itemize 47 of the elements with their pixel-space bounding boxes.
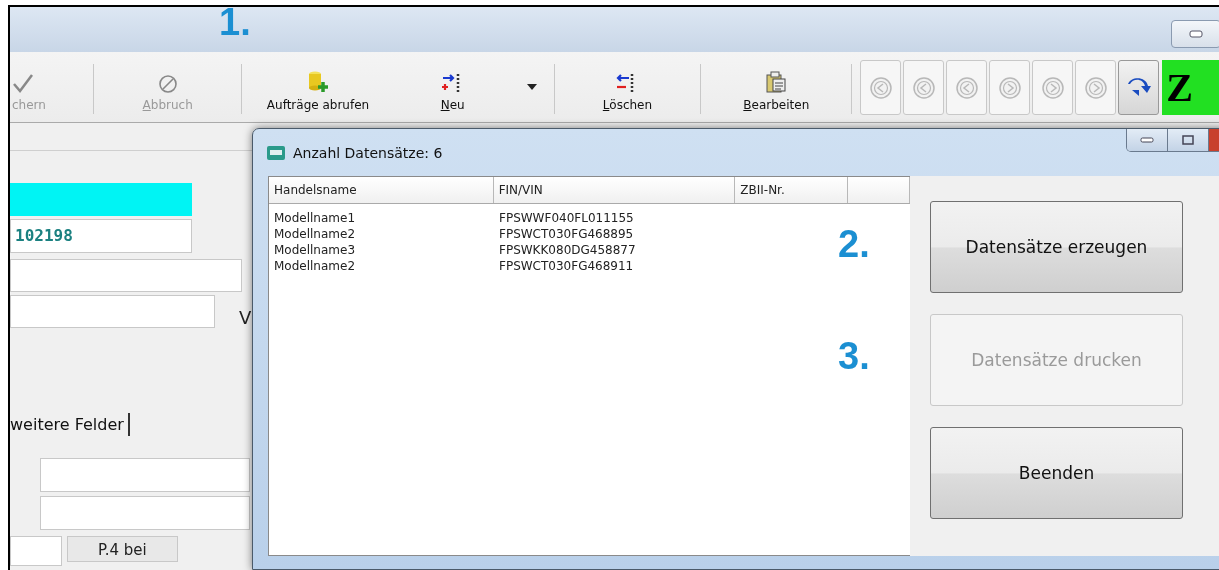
caret-icon <box>527 84 538 90</box>
input-field[interactable] <box>40 458 250 492</box>
table-cell-text: Modellname1 <box>273 210 357 226</box>
table-cell-text: FPSWKK080DG458877 <box>498 242 637 258</box>
input-field[interactable] <box>10 295 215 328</box>
column-header[interactable]: FIN/VIN <box>493 177 736 203</box>
refresh-icon <box>1126 77 1151 98</box>
input-field[interactable] <box>10 183 192 216</box>
toolbar-button[interactable]: Bearbeiten <box>701 52 852 122</box>
window-title: Anzahl Datensätze: 6 <box>293 144 443 161</box>
dialog-button[interactable]: Beenden <box>930 427 1183 519</box>
dialog-button[interactable]: Datensätze erzeugen <box>930 201 1183 293</box>
section-tab[interactable]: P.4 bei <box>67 536 178 562</box>
column-header[interactable]: ZBII-Nr. <box>735 177 849 203</box>
table-cell-text: Modellname3 <box>273 242 357 258</box>
status-indicator: Z <box>1162 60 1219 115</box>
step-number: 3. <box>838 335 870 377</box>
minimize-button[interactable] <box>1171 20 1219 48</box>
input-field[interactable] <box>40 496 250 530</box>
input-field[interactable] <box>10 536 62 566</box>
refresh-button[interactable] <box>1118 60 1160 115</box>
maximize-icon <box>1182 135 1194 145</box>
clipboard-edit-icon <box>764 70 789 94</box>
check-icon <box>12 72 34 94</box>
table-cell-text: FPSWWF040FL011155 <box>498 210 635 226</box>
toolbar-button[interactable]: Neu <box>393 52 512 122</box>
table-cell-text: Modellname2 <box>273 226 357 242</box>
database-add-icon <box>306 70 330 94</box>
minimize-icon <box>1140 137 1154 143</box>
minimize-button[interactable] <box>1127 129 1168 151</box>
column-header[interactable]: Handelsname <box>269 177 494 203</box>
table-cell-text: FPSWCT030FG468895 <box>498 226 635 242</box>
toolbar-button[interactable]: Aufträge abrufen <box>242 52 394 122</box>
toolbar-button[interactable]: Löschen <box>554 52 701 122</box>
table-cell-text: FPSWCT030FG468911 <box>498 258 635 274</box>
app-icon <box>267 145 285 160</box>
close-button[interactable] <box>1209 129 1219 151</box>
input-field[interactable]: 102198 <box>10 219 192 253</box>
table-cell-text: Modellname2 <box>273 258 357 274</box>
input-field[interactable] <box>10 259 242 292</box>
section-tab[interactable]: weitere Felder <box>10 413 130 436</box>
minimize-icon <box>1189 30 1203 38</box>
step-number: 1. <box>219 1 251 43</box>
step-number: 2. <box>838 223 870 265</box>
cancel-icon <box>157 74 178 94</box>
field-label: V <box>239 307 252 328</box>
maximize-button[interactable] <box>1168 129 1209 151</box>
